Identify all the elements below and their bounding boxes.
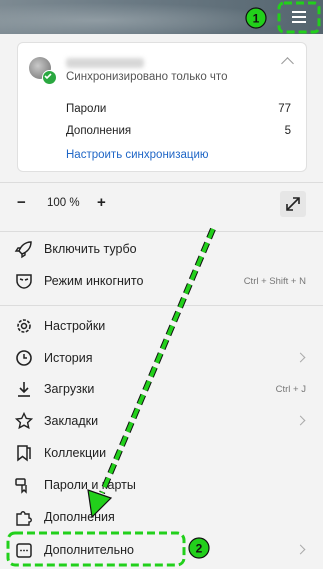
fullscreen-icon	[286, 197, 300, 211]
sync-row-label: Пароли	[66, 103, 107, 115]
avatar[interactable]	[29, 57, 57, 85]
collection-icon	[17, 445, 31, 462]
zoom-out-button[interactable]: −	[17, 194, 26, 211]
hamburger-icon-bar	[292, 16, 306, 18]
download-icon	[18, 382, 30, 397]
chevron-right-icon	[295, 352, 306, 363]
key-icon	[15, 478, 27, 494]
divider	[0, 305, 323, 306]
main-menu-panel: Синхронизировано только что Пароли 77 До…	[0, 34, 323, 569]
menu-item-label: Дополнения	[44, 510, 115, 524]
sync-row-passwords: Пароли 77	[66, 103, 291, 115]
sync-status: Синхронизировано только что	[66, 71, 228, 83]
shortcut-text: Ctrl + J	[275, 384, 306, 395]
menu-item-settings[interactable]: Настройки	[0, 311, 323, 341]
chevron-right-icon	[295, 415, 306, 426]
star-icon	[14, 411, 34, 430]
menu-item-label: Режим инкогнито	[44, 274, 144, 288]
menu-button[interactable]	[279, 0, 319, 34]
menu-item-turbo[interactable]: Включить турбо	[0, 234, 323, 264]
sync-card: Синхронизировано только что Пароли 77 До…	[17, 42, 307, 172]
mask-icon	[16, 274, 32, 289]
menu-item-more[interactable]: Дополнительно	[0, 535, 323, 565]
menu-item-passwords[interactable]: Пароли и карты	[0, 470, 323, 500]
menu-item-label: Загрузки	[44, 382, 95, 396]
zoom-in-button[interactable]: +	[97, 194, 106, 211]
menu-item-bookmarks[interactable]: Закладки	[0, 406, 323, 436]
menu-item-history[interactable]: История	[0, 343, 323, 373]
more-dots-icon	[16, 543, 32, 558]
configure-sync-link[interactable]: Настроить синхронизацию	[66, 149, 209, 161]
rocket-icon	[14, 241, 32, 259]
menu-item-label: Закладки	[44, 414, 99, 428]
divider	[0, 182, 323, 183]
hamburger-icon-bar	[292, 21, 306, 23]
sync-row-extensions: Дополнения 5	[66, 125, 291, 137]
shortcut-text: Ctrl + Shift + N	[243, 276, 306, 287]
browser-top-bar	[0, 0, 323, 34]
collapse-chevron-icon[interactable]	[281, 57, 294, 70]
clock-icon	[16, 350, 32, 366]
blurred-background	[0, 0, 323, 34]
menu-item-label: Дополнительно	[44, 543, 134, 557]
menu-item-label: Настройки	[44, 319, 106, 333]
menu-item-label: История	[44, 351, 93, 365]
sync-row-count: 5	[284, 125, 291, 137]
puzzle-icon	[16, 511, 32, 526]
sync-row-count: 77	[278, 103, 291, 115]
menu-item-label: Коллекции	[44, 446, 107, 460]
zoom-level: 100 %	[47, 197, 80, 209]
menu-item-label: Включить турбо	[44, 242, 137, 256]
menu-item-downloads[interactable]: Загрузки Ctrl + J	[0, 374, 323, 404]
menu-item-label: Пароли и карты	[44, 478, 136, 492]
menu-item-collections[interactable]: Коллекции	[0, 438, 323, 468]
sync-row-label: Дополнения	[66, 125, 132, 137]
fullscreen-button[interactable]	[280, 191, 306, 217]
divider	[0, 231, 323, 232]
menu-item-extensions[interactable]: Дополнения	[0, 502, 323, 532]
blurred-username	[66, 58, 144, 68]
sync-check-icon	[42, 70, 57, 85]
chevron-right-icon	[295, 544, 306, 555]
gear-icon	[17, 319, 31, 333]
menu-item-incognito[interactable]: Режим инкогнито Ctrl + Shift + N	[0, 266, 323, 296]
hamburger-icon	[292, 11, 306, 13]
